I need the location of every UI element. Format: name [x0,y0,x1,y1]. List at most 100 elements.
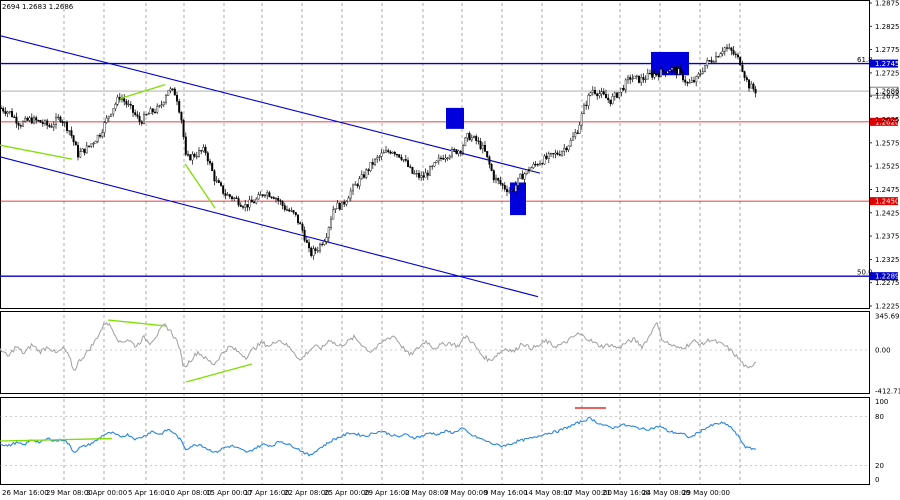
candle-body [63,121,66,124]
candle-body [37,120,40,122]
time-axis[interactable]: 26 Mar 16:0029 Mar 08:003 Apr 00:00 5 Apr… [2,489,730,497]
candle-body [360,174,363,179]
price-tick-label: 1.2775 [875,46,900,54]
candle-body [352,184,355,192]
candle-body [602,91,605,95]
candle-body [136,114,139,117]
candle-body [737,54,740,58]
candle-body [653,73,656,78]
candle-body [224,193,227,196]
candle-body [481,145,484,150]
indicator-2-tick-label: 0 [875,476,879,484]
chart-window[interactable]: 1.2745 61.8 1.2686 1.2620 1.2450 1.2289 50.0 1… [0,0,900,500]
candle-body [693,80,696,83]
candle-body [717,56,720,58]
candle-body [402,159,405,161]
candle-body [303,230,306,241]
chart-canvas[interactable]: 1.274561.81.26861.26201.24501.228950.0 1… [0,0,900,500]
candle-body [398,154,401,158]
candle-body [600,91,603,94]
candle-body [530,167,533,172]
candle-body [228,194,231,197]
candle-body [675,67,678,75]
candle-body [407,160,410,167]
indicator-axis: 345.6926 0.00 -412.7101 100 80 20 0 [0,313,900,484]
divergence-line [119,83,166,100]
candle-body [380,152,383,157]
candle-body [241,206,244,208]
candle-body [153,111,156,114]
candle-body [175,95,178,102]
candle-body [341,201,344,210]
candle-body [690,80,693,83]
candle-body [19,125,22,127]
candle-body [459,150,462,153]
candle-body [321,243,324,246]
candle-body [418,173,421,178]
candle-body [473,136,476,138]
candle-body [2,108,5,112]
indicator-2-tick-label: 100 [875,398,888,406]
candle-body [545,155,548,159]
candle-body [92,143,95,145]
candle-body [426,172,429,176]
candle-body [701,71,704,74]
candle-body [404,159,407,161]
candle-body [246,204,249,208]
candle-body [752,83,755,90]
candle-body [332,209,335,220]
time-tick-label: 7 May 00:00 [444,489,488,497]
candle-body [173,88,176,96]
candle-body [0,107,2,109]
candle-body [28,117,31,121]
candle-body [208,160,211,164]
candle-body [611,96,614,104]
candle-body [197,150,200,157]
candle-body [462,145,465,153]
price-tick-label: 1.2225 [875,303,900,311]
candle-body [217,180,220,183]
divergence-lines [0,83,216,209]
indicator-1-line [0,321,757,372]
indicator-2-series [0,407,757,457]
candle-body [444,157,447,160]
candle-body [734,53,737,56]
candle-body [244,204,247,208]
candle-body [365,169,368,178]
candle-body [363,174,366,178]
candle-body [605,94,608,99]
candle-body [684,79,687,83]
candle-body [563,147,566,152]
candle-body [112,108,115,115]
candle-body [204,146,207,154]
candle-body [699,73,702,75]
highlight-zone [446,107,464,129]
price-tick-label: 1.2425 [875,209,900,217]
candle-body [109,113,112,117]
candle-body [754,88,757,94]
candle-body [358,178,361,187]
candle-body [519,173,522,179]
candle-body [96,134,99,142]
candle-body [682,71,685,81]
price-axis[interactable]: 1.2875 1.2825 1.2775 1.2725 1.2675 1.2625 1.25… [869,0,900,311]
candle-body [169,88,172,91]
candle-body [607,97,610,101]
candle-body [422,175,425,178]
ohlc-readout: 2694 1.2683 1.2686 [2,3,74,11]
candle-body [411,166,414,174]
time-tick-label: 9 May 16:00 [484,489,528,497]
candle-body [503,185,506,190]
candle-body [620,87,623,93]
candle-body [290,210,293,212]
candle-body [743,71,746,78]
candle-body [39,120,42,123]
candle-body [294,212,297,216]
candle-body [585,104,588,107]
candle-body [279,200,282,202]
candle-body [651,73,654,78]
candle-body [367,169,370,171]
candle-body [455,149,458,154]
candle-body [609,99,612,104]
candle-body [239,204,242,207]
